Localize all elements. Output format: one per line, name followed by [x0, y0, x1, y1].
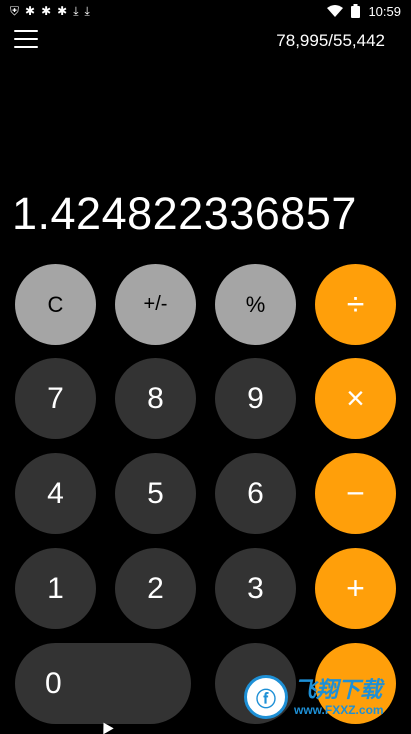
wifi-icon: [327, 4, 344, 17]
watermark-name: 飞翔下载: [294, 676, 383, 702]
watermark-url: www.FXXZ.com: [294, 702, 384, 717]
clock: 10:59: [368, 3, 401, 19]
multiply-button[interactable]: ×: [315, 358, 396, 439]
result-display: 1.424822336857: [12, 188, 357, 239]
three-button[interactable]: 3: [215, 548, 296, 629]
status-icons: ⛨ ✱ ✱ ✱ ⤓ ⤓: [10, 5, 90, 17]
bug-icon: ✱: [57, 4, 68, 18]
six-button[interactable]: 6: [215, 453, 296, 534]
minus-button[interactable]: −: [315, 453, 396, 534]
bug-icon: ✱: [25, 4, 36, 18]
two-button[interactable]: 2: [115, 548, 196, 629]
watermark: ⓕ 飞翔下载 www.FXXZ.com: [244, 672, 402, 722]
bug-icon: ✱: [41, 4, 52, 18]
download-icon: ⤓: [73, 4, 79, 18]
expression-history: 78,995/55,442: [276, 31, 385, 50]
battery-icon: [351, 4, 361, 18]
four-button[interactable]: 4: [15, 453, 96, 534]
plus-button[interactable]: +: [315, 548, 396, 629]
download-icon: ⤓: [84, 4, 90, 18]
percent-button[interactable]: %: [215, 264, 296, 345]
plus-minus-button[interactable]: +/-: [115, 264, 196, 345]
one-button[interactable]: 1: [15, 548, 96, 629]
nine-button[interactable]: 9: [215, 358, 296, 439]
shield-icon: ⛨: [10, 4, 20, 18]
zero-button[interactable]: 0: [15, 643, 191, 724]
five-button[interactable]: 5: [115, 453, 196, 534]
watermark-text: 飞翔下载 www.FXXZ.com: [294, 676, 384, 717]
divide-button[interactable]: ÷: [315, 264, 396, 345]
eight-button[interactable]: 8: [115, 358, 196, 439]
menu-icon[interactable]: [14, 30, 38, 48]
seven-button[interactable]: 7: [15, 358, 96, 439]
status-right: 10:59: [327, 4, 401, 19]
watermark-logo-icon: ⓕ: [244, 675, 288, 719]
status-bar: ⛨ ✱ ✱ ✱ ⤓ ⤓ 10:59: [0, 0, 411, 22]
clear-button[interactable]: C: [15, 264, 96, 345]
